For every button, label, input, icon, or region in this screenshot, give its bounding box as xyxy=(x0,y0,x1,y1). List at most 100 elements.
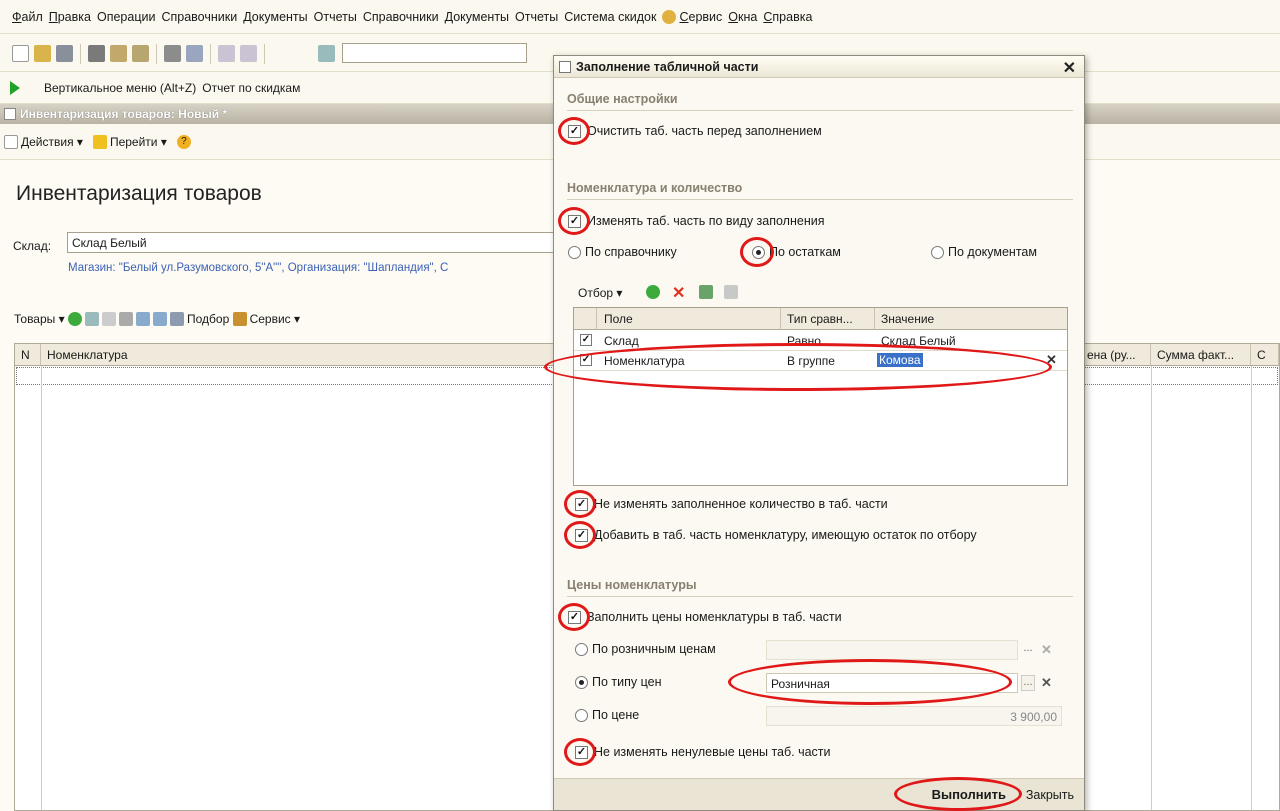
copy-icon[interactable] xyxy=(110,45,127,62)
radio-by-docs[interactable] xyxy=(931,246,944,259)
filter-delete-icon[interactable]: ✕ xyxy=(672,283,685,303)
gear-icon xyxy=(662,9,677,24)
filter-row[interactable]: ✓ Склад Равно Склад Белый xyxy=(574,331,1067,351)
vertical-menu-button[interactable]: Вертикальное меню (Alt+Z) xyxy=(44,81,196,95)
add-icon[interactable] xyxy=(67,312,82,326)
warehouse-field[interactable]: Склад Белый xyxy=(67,232,587,253)
save-icon[interactable] xyxy=(56,45,73,62)
help-button[interactable]: ? xyxy=(176,134,194,149)
sort-desc-icon[interactable] xyxy=(152,312,167,326)
filter-add-icon[interactable] xyxy=(646,285,660,299)
radio-by-stock[interactable] xyxy=(752,246,765,259)
col-n[interactable]: N xyxy=(15,344,41,365)
menu-item[interactable]: Документы xyxy=(243,10,307,24)
menu-item[interactable]: Справка xyxy=(763,10,812,24)
cut-icon[interactable] xyxy=(88,45,105,62)
radio-fixed-price[interactable] xyxy=(575,709,588,722)
menu-item[interactable]: Правка xyxy=(49,10,91,24)
podbor-icon xyxy=(169,312,184,326)
menu-item[interactable]: Справочники xyxy=(363,10,439,24)
add-nomen-label: Добавить в таб. часть номенклатуру, имею… xyxy=(594,528,977,542)
retail-select-button[interactable]: ... xyxy=(1021,642,1035,658)
filter-table-header: Поле Тип сравн... Значение xyxy=(574,308,1067,330)
no-change-prices-checkbox[interactable]: ✓ xyxy=(575,746,588,759)
col-next[interactable]: С xyxy=(1251,344,1279,365)
close-icon[interactable]: ✕ xyxy=(1063,58,1076,78)
podbor-button[interactable]: Подбор xyxy=(187,312,229,326)
play-icon[interactable] xyxy=(10,80,20,95)
delete-icon[interactable] xyxy=(118,312,133,326)
menu-item[interactable]: Документы xyxy=(445,10,509,24)
dialog-title: Заполнение табличной части xyxy=(576,59,759,74)
open-icon[interactable] xyxy=(34,45,51,62)
goto-button[interactable]: Перейти ▾ xyxy=(92,134,167,149)
menu-item[interactable]: Отчеты xyxy=(515,10,558,24)
filter-col-field[interactable]: Поле xyxy=(604,312,633,326)
main-menubar: Файл Правка Операции Справочники Документы От… xyxy=(0,0,1280,34)
search-input[interactable] xyxy=(342,43,527,63)
radio-by-catalog[interactable] xyxy=(568,246,581,259)
col-sum-fact[interactable]: Сумма факт... xyxy=(1151,344,1251,365)
filter-row-value: Склад Белый xyxy=(881,334,956,348)
filter-copy-icon[interactable] xyxy=(724,285,738,299)
filter-row-checkbox[interactable]: ✓ xyxy=(580,354,592,366)
menu-item[interactable]: Окна xyxy=(728,10,757,24)
copy-row-icon[interactable] xyxy=(84,312,99,326)
dialog-footer: Выполнить Закрыть xyxy=(554,777,1084,811)
menu-item[interactable]: Операции xyxy=(97,10,155,24)
sort-asc-icon[interactable] xyxy=(135,312,150,326)
goods-menu-button[interactable]: Товары xyxy=(14,312,55,326)
price-type-clear-icon[interactable]: ✕ xyxy=(1041,675,1052,691)
forward-icon[interactable] xyxy=(240,45,257,62)
menu-item[interactable]: Сервис xyxy=(679,10,722,24)
shop-info-link[interactable]: Магазин: "Белый ул.Разумовского, 5"А"", … xyxy=(68,262,448,274)
price-type-select-button[interactable]: ... xyxy=(1021,675,1035,691)
dialog-icon xyxy=(559,61,571,73)
preview-icon[interactable] xyxy=(186,45,203,62)
filter-row-value[interactable]: Комова xyxy=(877,353,923,367)
filter-col-value[interactable]: Значение xyxy=(881,312,934,326)
clear-table-label: Очистить таб. часть перед заполнением xyxy=(587,124,822,138)
document-icon xyxy=(4,134,18,149)
dialog-title-bar: Заполнение табличной части ✕ xyxy=(554,56,1084,78)
radio-by-docs-label: По документам xyxy=(948,245,1037,259)
col-price[interactable]: ена (ру... xyxy=(1081,344,1151,365)
paste-icon[interactable] xyxy=(132,45,149,62)
menu-item[interactable]: Отчеты xyxy=(314,10,357,24)
discount-report-button[interactable]: Отчет по скидкам xyxy=(202,81,300,95)
actions-button[interactable]: Действия ▾ xyxy=(4,134,83,149)
new-doc-icon[interactable] xyxy=(12,45,29,62)
search-icon[interactable] xyxy=(318,45,335,62)
close-button[interactable]: Закрыть xyxy=(1026,788,1074,802)
filter-row-type: Равно xyxy=(787,334,821,348)
change-by-type-checkbox[interactable]: ✓ xyxy=(568,215,581,228)
menu-item[interactable]: Система скидок xyxy=(564,10,656,24)
clear-value-icon[interactable]: ✕ xyxy=(1046,352,1057,368)
menu-item[interactable]: Файл xyxy=(12,10,43,24)
radio-price-type[interactable] xyxy=(575,676,588,689)
back-icon[interactable] xyxy=(218,45,235,62)
clear-table-checkbox[interactable]: ✓ xyxy=(568,125,581,138)
add-nomen-checkbox[interactable]: ✓ xyxy=(575,529,588,542)
no-change-qty-checkbox[interactable]: ✓ xyxy=(575,498,588,511)
print-icon[interactable] xyxy=(164,45,181,62)
menu-item[interactable]: Справочники xyxy=(161,10,237,24)
warehouse-label: Склад: xyxy=(13,239,52,253)
price-type-field[interactable]: Розничная xyxy=(766,673,1018,693)
filter-table[interactable]: Поле Тип сравн... Значение ✓ Склад Равно… xyxy=(573,307,1068,486)
retail-clear-icon[interactable]: ✕ xyxy=(1041,642,1052,658)
filter-col-type[interactable]: Тип сравн... xyxy=(787,312,853,326)
filter-row-checkbox[interactable]: ✓ xyxy=(580,334,592,346)
window-title: Инвентаризация товаров: Новый * xyxy=(20,107,228,121)
retail-price-field xyxy=(766,640,1018,660)
service-button[interactable]: Сервис xyxy=(250,312,291,326)
filter-enable-icon[interactable] xyxy=(699,285,713,299)
filter-menu-button[interactable]: Отбор ▾ xyxy=(578,286,622,300)
radio-retail-prices[interactable] xyxy=(575,643,588,656)
edit-icon[interactable] xyxy=(101,312,116,326)
general-section-title: Общие настройки xyxy=(567,92,678,106)
page-title: Инвентаризация товаров xyxy=(16,182,262,205)
filter-row[interactable]: ✓ Номенклатура В группе Комова ✕ xyxy=(574,351,1067,371)
fill-prices-checkbox[interactable]: ✓ xyxy=(568,611,581,624)
execute-button[interactable]: Выполнить xyxy=(932,787,1006,802)
